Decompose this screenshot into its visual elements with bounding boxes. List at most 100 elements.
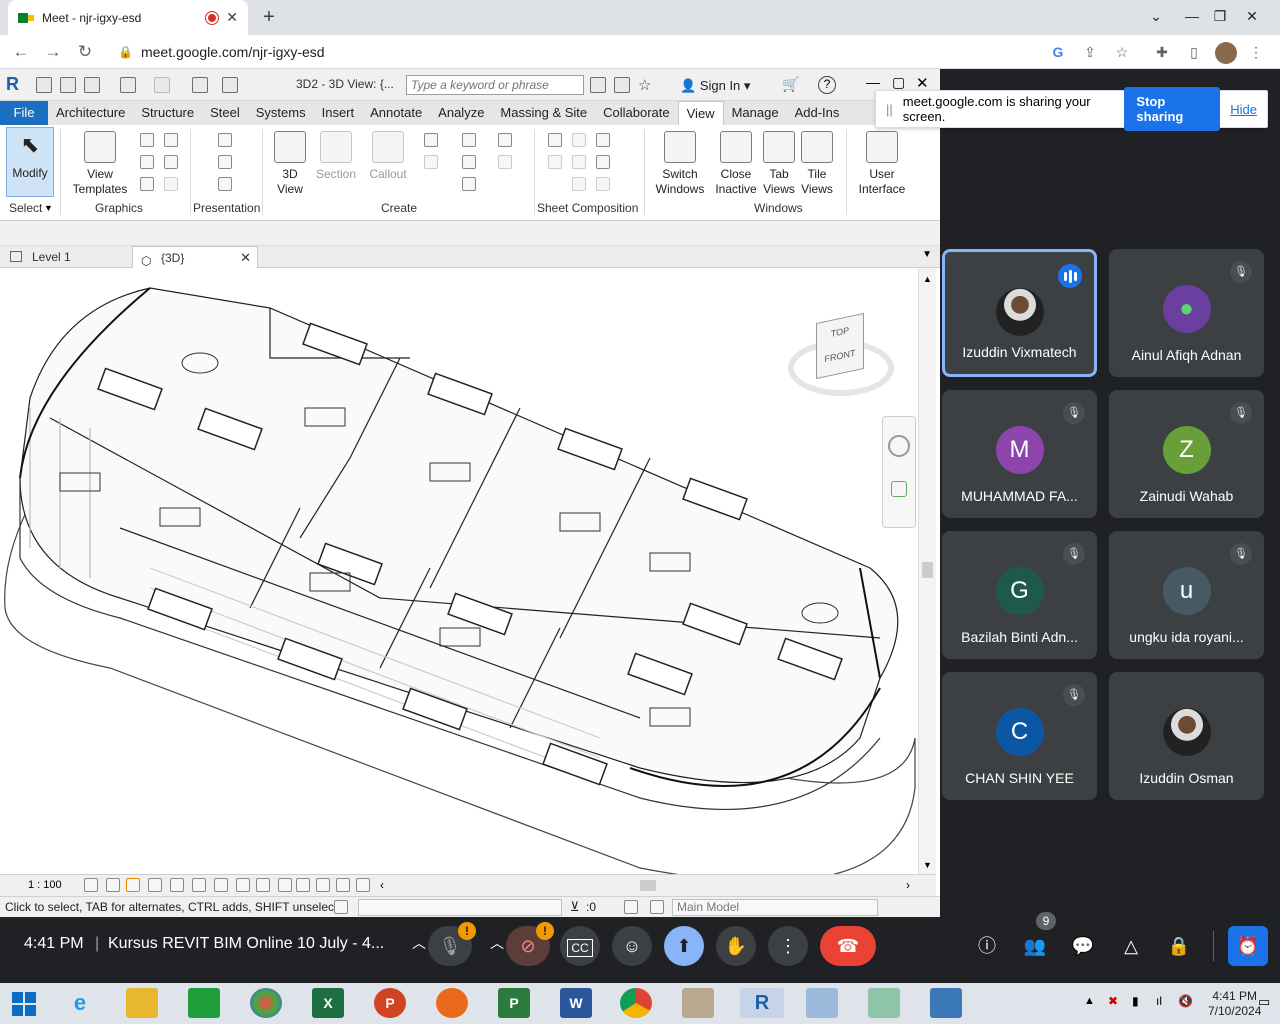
crop-view-icon[interactable] (192, 878, 206, 892)
side-panel-icon[interactable]: ▯ (1184, 42, 1204, 62)
sheet-icon[interactable] (548, 133, 562, 147)
thin-lines-icon[interactable] (140, 155, 154, 169)
measure-icon[interactable] (222, 77, 238, 93)
revit-taskbar-icon[interactable]: R (740, 988, 784, 1018)
chrome-icon[interactable] (620, 988, 652, 1018)
keyword-search-input[interactable] (406, 75, 584, 95)
extensions-icon[interactable]: ✚ (1152, 42, 1172, 62)
sun-path-icon[interactable] (126, 878, 140, 892)
more-options-button[interactable]: ⋮ (768, 926, 808, 966)
place-view-icon[interactable] (596, 133, 610, 147)
profile-avatar[interactable] (1215, 42, 1237, 64)
browser-tab-meet[interactable]: Meet - njr-igxy-esd ✕ (8, 0, 248, 35)
3d-view-button[interactable]: 3D View (270, 131, 310, 197)
notification-icon[interactable]: ▭ (1258, 994, 1270, 1010)
ribbon-tab-addins[interactable]: Add-Ins (787, 101, 848, 125)
walkthrough-icon[interactable] (218, 177, 232, 191)
new-tab-button[interactable]: + (258, 6, 280, 28)
ribbon-tab-insert[interactable]: Insert (314, 101, 363, 125)
google-icon[interactable]: G (1048, 42, 1068, 62)
zoom-region-icon[interactable] (891, 481, 907, 497)
ribbon-tab-collaborate[interactable]: Collaborate (595, 101, 678, 125)
design-options-icon[interactable] (624, 900, 638, 914)
captions-button[interactable]: CC (560, 926, 600, 966)
sync-icon[interactable] (84, 77, 100, 93)
3d-view-canvas[interactable]: TOP FRONT (0, 268, 918, 874)
section-button[interactable]: Section (314, 131, 358, 182)
microphone-button[interactable]: 🎙 ! (428, 922, 476, 966)
cart-icon[interactable]: 🛒 (782, 76, 799, 93)
host-controls-icon[interactable]: 🔒 (1166, 933, 1192, 959)
close-inactive-button[interactable]: Close Inactive (712, 131, 760, 197)
menu-dots-icon[interactable]: ⋮ (1246, 42, 1266, 62)
cut-profile-icon[interactable] (140, 177, 154, 191)
favorites-star-icon[interactable]: ☆ (638, 76, 651, 94)
excel-icon[interactable]: X (312, 988, 344, 1018)
binoculars-icon[interactable] (590, 77, 606, 93)
word-icon[interactable]: W (560, 988, 592, 1018)
present-screen-button[interactable]: ⬆ (664, 926, 704, 966)
communication-center-icon[interactable] (614, 77, 630, 93)
tray-wifi-icon[interactable]: ıl (1156, 994, 1162, 1008)
participant-tile[interactable]: C 🎙 CHAN SHIN YEE (942, 672, 1097, 800)
audio-options-chevron-icon[interactable]: ︿ (412, 933, 426, 953)
print-icon[interactable] (192, 77, 208, 93)
filters-icon[interactable] (164, 133, 178, 147)
participant-tile[interactable]: Z 🎙 Zainudi Wahab (1109, 390, 1264, 518)
ribbon-tab-view[interactable]: View (677, 101, 724, 125)
participant-tile[interactable]: u 🎙 ungku ida royani... (1109, 531, 1264, 659)
switch-windows-button[interactable]: Switch Windows (652, 131, 708, 197)
tray-battery-icon[interactable]: ▮ (1132, 994, 1139, 1008)
ribbon-tab-steel[interactable]: Steel (202, 101, 248, 125)
undo-icon[interactable] (120, 77, 136, 93)
revisions-icon[interactable] (548, 155, 562, 169)
view-reference-icon[interactable] (572, 177, 586, 191)
analytical-model-icon[interactable] (316, 878, 330, 892)
tray-volume-icon[interactable]: 🔇 (1178, 994, 1193, 1008)
close-tab-icon[interactable]: ✕ (226, 9, 238, 26)
revit-logo-icon[interactable]: R (6, 74, 19, 95)
panel-label-select[interactable]: Select (9, 201, 42, 215)
title-block-icon[interactable] (572, 133, 586, 147)
participant-tile[interactable]: Izuddin Vixmatech (942, 249, 1097, 377)
drafting-view-icon[interactable] (462, 133, 476, 147)
notes-icon[interactable] (868, 988, 900, 1018)
drag-handle-icon[interactable]: || (886, 102, 893, 117)
people-icon[interactable]: 👥 (1022, 933, 1048, 959)
modify-button[interactable]: ⬉ Modify (6, 127, 54, 197)
viewports-icon[interactable] (596, 177, 610, 191)
scope-box-icon[interactable] (498, 155, 512, 169)
project-icon[interactable]: P (498, 988, 530, 1018)
plan-views-icon[interactable] (424, 133, 438, 147)
guide-grid-icon[interactable] (572, 155, 586, 169)
close-view-tab-icon[interactable]: ✕ (240, 247, 251, 269)
tab-views-button[interactable]: Tab Views (760, 131, 798, 197)
back-button[interactable]: ← (10, 41, 32, 63)
ribbon-tab-architecture[interactable]: Architecture (48, 101, 133, 125)
participant-tile[interactable]: Izuddin Osman (1109, 672, 1264, 800)
raise-hand-button[interactable]: ✋ (716, 926, 756, 966)
ribbon-tab-file[interactable]: File (0, 101, 48, 125)
visual-style-icon[interactable] (106, 878, 120, 892)
scroll-down-arrow[interactable]: ▼ (923, 860, 932, 870)
open-icon[interactable] (36, 77, 52, 93)
legends-icon[interactable] (462, 177, 476, 191)
rendering-dialog-icon[interactable] (170, 878, 184, 892)
duplicate-view-icon[interactable] (462, 155, 476, 169)
tray-network-icon[interactable]: ✖ (1108, 994, 1118, 1008)
ribbon-tab-massing-site[interactable]: Massing & Site (492, 101, 595, 125)
horizontal-scroll-thumb[interactable] (640, 880, 656, 891)
editable-only-icon[interactable] (650, 900, 664, 914)
visibility-graphics-icon[interactable] (140, 133, 154, 147)
address-bar[interactable]: 🔒 meet.google.com/njr-igxy-esd (110, 39, 1140, 65)
workset-dropdown[interactable] (358, 899, 562, 916)
timer-button[interactable]: ⏰ (1228, 926, 1268, 966)
horizontal-scroll-right[interactable]: › (906, 878, 910, 892)
elevation-icon[interactable] (424, 155, 438, 169)
share-icon[interactable]: ⇪ (1080, 42, 1100, 62)
participant-tile[interactable]: G 🎙 Bazilah Binti Adn... (942, 531, 1097, 659)
steering-wheel-icon[interactable] (888, 435, 910, 457)
filter-icon[interactable]: ⊻ (570, 899, 580, 915)
help-icon[interactable]: ? (818, 76, 836, 94)
leave-call-button[interactable]: ☎ (820, 926, 876, 966)
